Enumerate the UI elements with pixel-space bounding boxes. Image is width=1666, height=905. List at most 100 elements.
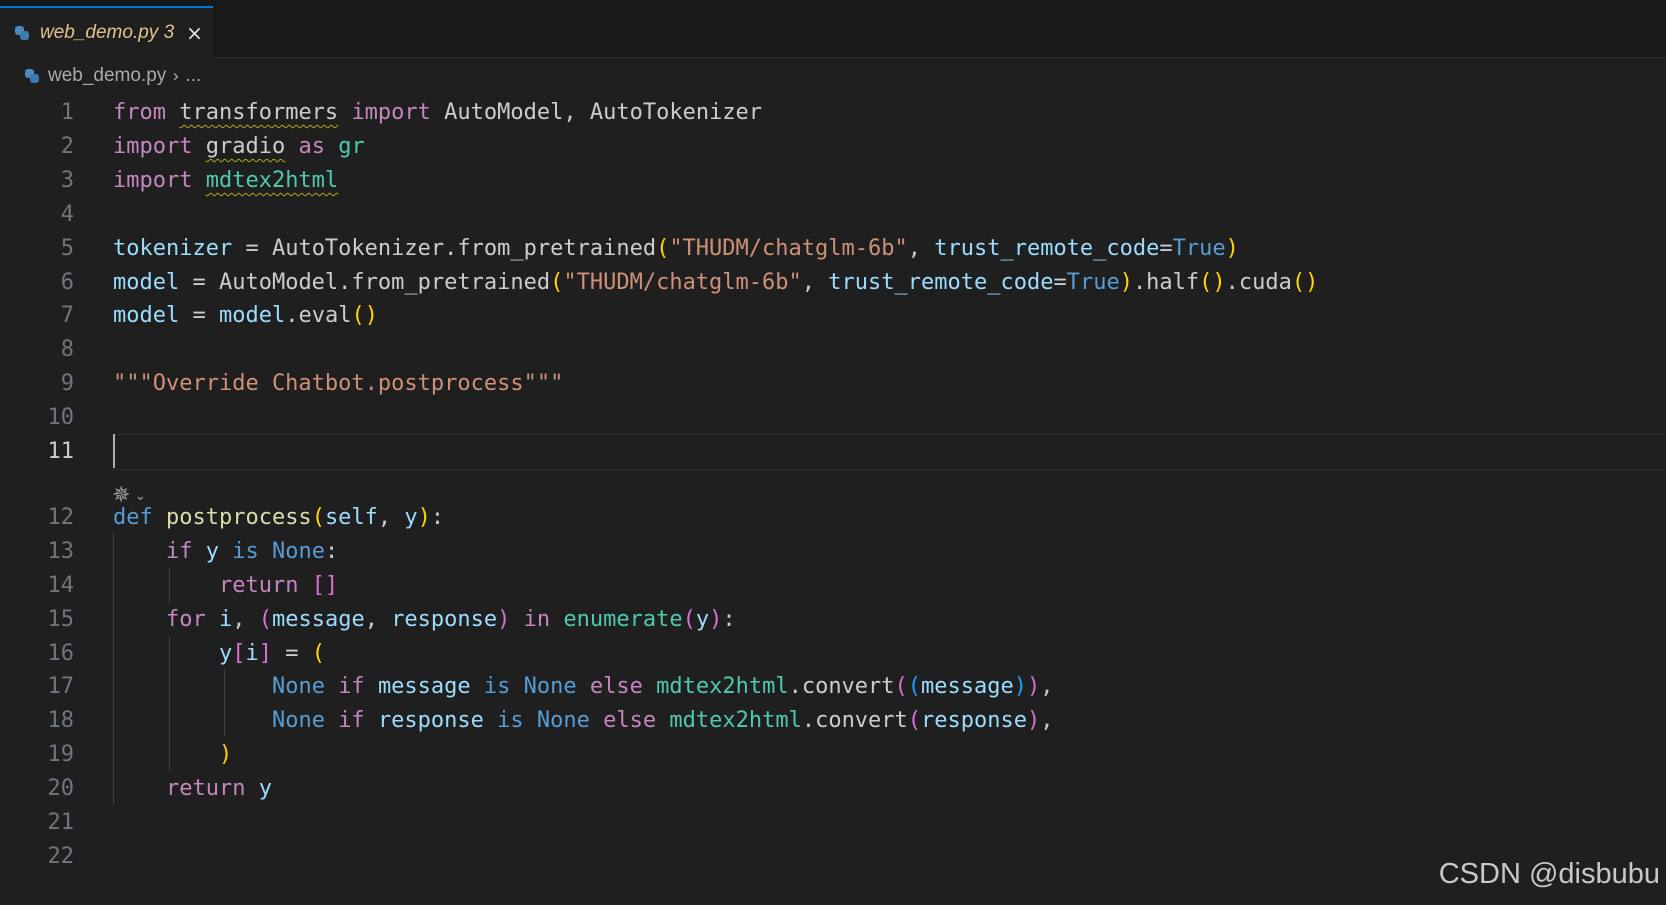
code-token: AutoModel, AutoTokenizer — [430, 100, 763, 125]
code-line[interactable]: 20 return y — [0, 771, 1666, 807]
line-number: 3 — [60, 167, 74, 193]
tab-web-demo-py[interactable]: web_demo.py 3 × — [0, 6, 213, 58]
code-token: [] — [311, 572, 339, 598]
code-token: = AutoTokenizer.from_pretrained — [232, 235, 657, 261]
line-number: 5 — [60, 235, 74, 261]
watermark: CSDN @disbubu — [1438, 858, 1660, 890]
code-token: is — [497, 708, 524, 734]
code-token: .convert — [801, 708, 908, 734]
code-token: trust_remote_code — [828, 269, 1054, 295]
close-icon[interactable]: × — [186, 21, 203, 45]
code-line[interactable]: 19 ) — [0, 737, 1666, 773]
code-line[interactable]: 12 def postprocess(self, y): — [0, 500, 1666, 536]
code-token: y — [205, 538, 219, 564]
code-token: y — [404, 504, 418, 530]
code-text: """Override Chatbot.postprocess""" — [113, 366, 563, 402]
code-token: def — [113, 504, 166, 530]
code-token: = — [1053, 269, 1067, 295]
code-token: = — [179, 303, 219, 329]
code-token: = — [271, 640, 312, 666]
code-token: = — [1159, 235, 1173, 261]
code-token: i — [218, 606, 233, 632]
line-number: 14 — [47, 572, 75, 598]
indent-guide — [168, 567, 170, 602]
code-text: from transformers import AutoModel, Auto… — [113, 95, 762, 131]
code-line[interactable]: 4 — [0, 197, 1666, 233]
line-number: 4 — [60, 201, 74, 227]
code-line[interactable]: 11 — [0, 434, 1666, 470]
code-line[interactable]: 16 y[i] = ( — [0, 636, 1666, 672]
code-token: in — [523, 606, 551, 632]
code-token: None — [536, 708, 590, 734]
indent-guide — [224, 669, 226, 738]
code-token: ( — [907, 708, 922, 734]
code-line[interactable]: 9 """Override Chatbot.postprocess""" — [0, 366, 1666, 402]
code-text: import mdtex2html — [113, 163, 338, 199]
code-token: None — [271, 538, 325, 564]
code-line[interactable]: 22 — [0, 839, 1666, 875]
code-token: ) — [709, 606, 723, 632]
code-token: response — [921, 708, 1028, 734]
code-token: response — [391, 606, 498, 632]
breadcrumb: web_demo.py › ... — [0, 58, 201, 94]
code-line[interactable]: 3 import mdtex2html — [0, 163, 1666, 199]
code-token: return — [218, 572, 312, 598]
code-editor[interactable]: ✵ ⌄ 1 from transformers import AutoModel,… — [0, 93, 1666, 905]
code-token: () — [351, 303, 378, 329]
code-token: """Override Chatbot.postprocess""" — [113, 371, 564, 397]
code-line[interactable]: 15 for i, (message, response) in enumera… — [0, 602, 1666, 638]
code-text: for i, (message, response) in enumerate(… — [113, 602, 736, 638]
code-token: .cuda — [1225, 269, 1292, 295]
code-text: model = AutoModel.from_pretrained("THUDM… — [113, 265, 1318, 301]
line-number: 9 — [60, 371, 74, 397]
line-number: 2 — [60, 133, 74, 159]
code-line[interactable]: 2 import gradio as gr — [0, 129, 1666, 165]
code-line[interactable]: 5 tokenizer = AutoTokenizer.from_pretrain… — [0, 231, 1666, 267]
code-line[interactable]: 10 — [0, 400, 1666, 436]
code-token: ( — [656, 235, 670, 261]
code-token: ) — [417, 504, 431, 530]
code-token: .half — [1132, 269, 1200, 295]
code-line[interactable]: 7 model = model.eval() — [0, 298, 1666, 334]
code-token: ) — [1119, 269, 1133, 295]
code-token: from — [113, 100, 180, 125]
code-token: () — [1291, 269, 1319, 295]
code-token: = AutoModel.from_pretrained — [179, 269, 551, 295]
code-text: return y — [113, 771, 272, 807]
code-token: if — [338, 708, 365, 734]
breadcrumb-more[interactable]: ... — [186, 65, 202, 87]
code-token: None — [271, 674, 325, 700]
code-token: None — [523, 674, 577, 700]
editor-tab-bar: web_demo.py 3 × — [0, 0, 1666, 58]
code-token: ( — [550, 269, 564, 295]
code-token: mdtex2html — [205, 167, 339, 193]
code-line[interactable]: 14 return [] — [0, 568, 1666, 604]
code-token: import — [113, 133, 206, 159]
code-token: , — [364, 606, 392, 632]
code-token: if — [165, 538, 206, 564]
text-cursor — [113, 434, 115, 468]
code-line[interactable]: 13 if y is None: — [0, 534, 1666, 570]
line-number: 1 — [60, 100, 74, 125]
code-line[interactable]: 8 — [0, 332, 1666, 368]
code-line[interactable]: 6 model = AutoModel.from_pretrained("THUD… — [0, 265, 1666, 301]
code-line[interactable]: 21 — [0, 805, 1666, 841]
breadcrumb-file[interactable]: web_demo.py — [48, 65, 166, 87]
tab-problem-count: 3 — [163, 22, 175, 43]
code-token: is — [232, 538, 259, 564]
code-token: , — [1040, 708, 1054, 734]
code-line[interactable]: 17 None if message is None else mdtex2ht… — [0, 669, 1666, 705]
line-number: 22 — [47, 843, 75, 869]
current-line-highlight — [113, 434, 1666, 470]
code-token: , — [1040, 674, 1054, 700]
code-token: ) — [1013, 674, 1028, 700]
code-line[interactable]: 18 None if response is None else mdtex2h… — [0, 703, 1666, 739]
code-line[interactable]: 1 from transformers import AutoModel, Aut… — [0, 95, 1666, 131]
